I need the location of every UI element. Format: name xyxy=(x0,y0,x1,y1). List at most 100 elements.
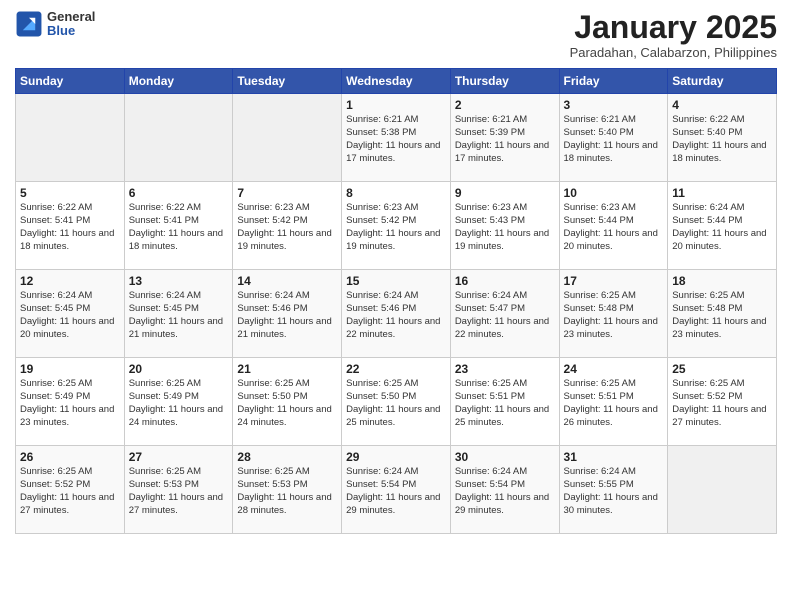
weekday-header: Sunday xyxy=(16,69,125,94)
day-info: Sunrise: 6:25 AMSunset: 5:49 PMDaylight:… xyxy=(129,378,229,429)
calendar-cell: 4 Sunrise: 6:22 AMSunset: 5:40 PMDaylight… xyxy=(668,94,777,182)
day-info: Sunrise: 6:23 AMSunset: 5:42 PMDaylight:… xyxy=(237,202,337,253)
day-info: Sunrise: 6:22 AMSunset: 5:40 PMDaylight:… xyxy=(672,114,772,165)
day-info: Sunrise: 6:22 AMSunset: 5:41 PMDaylight:… xyxy=(20,202,120,253)
day-number: 22 xyxy=(346,362,446,376)
calendar-body: 1 Sunrise: 6:21 AMSunset: 5:38 PMDaylight… xyxy=(16,94,777,534)
day-info: Sunrise: 6:21 AMSunset: 5:39 PMDaylight:… xyxy=(455,114,555,165)
day-info: Sunrise: 6:25 AMSunset: 5:53 PMDaylight:… xyxy=(129,466,229,517)
day-info: Sunrise: 6:23 AMSunset: 5:44 PMDaylight:… xyxy=(564,202,664,253)
day-info: Sunrise: 6:24 AMSunset: 5:46 PMDaylight:… xyxy=(346,290,446,341)
day-info: Sunrise: 6:25 AMSunset: 5:51 PMDaylight:… xyxy=(455,378,555,429)
day-info: Sunrise: 6:25 AMSunset: 5:48 PMDaylight:… xyxy=(672,290,772,341)
day-info: Sunrise: 6:23 AMSunset: 5:43 PMDaylight:… xyxy=(455,202,555,253)
weekday-header: Thursday xyxy=(450,69,559,94)
day-number: 23 xyxy=(455,362,555,376)
calendar-cell: 19 Sunrise: 6:25 AMSunset: 5:49 PMDayligh… xyxy=(16,358,125,446)
day-number: 21 xyxy=(237,362,337,376)
day-number: 4 xyxy=(672,98,772,112)
day-number: 20 xyxy=(129,362,229,376)
logo: General Blue xyxy=(15,10,95,39)
calendar-week-row: 19 Sunrise: 6:25 AMSunset: 5:49 PMDayligh… xyxy=(16,358,777,446)
calendar-cell: 29 Sunrise: 6:24 AMSunset: 5:54 PMDayligh… xyxy=(342,446,451,534)
calendar-cell: 13Sunrise: 6:24 AMSunset: 5:45 PMDayligh… xyxy=(124,270,233,358)
calendar-cell: 7 Sunrise: 6:23 AMSunset: 5:42 PMDaylight… xyxy=(233,182,342,270)
day-info: Sunrise: 6:24 AMSunset: 5:45 PMDaylight:… xyxy=(129,290,229,341)
calendar-week-row: 5 Sunrise: 6:22 AMSunset: 5:41 PMDaylight… xyxy=(16,182,777,270)
day-info: Sunrise: 6:24 AMSunset: 5:47 PMDaylight:… xyxy=(455,290,555,341)
calendar-cell: 2 Sunrise: 6:21 AMSunset: 5:39 PMDaylight… xyxy=(450,94,559,182)
day-number: 18 xyxy=(672,274,772,288)
calendar-cell: 8Sunrise: 6:23 AMSunset: 5:42 PMDaylight… xyxy=(342,182,451,270)
day-number: 26 xyxy=(20,450,120,464)
day-number: 5 xyxy=(20,186,120,200)
calendar-cell: 15 Sunrise: 6:24 AMSunset: 5:46 PMDayligh… xyxy=(342,270,451,358)
calendar-cell: 17 Sunrise: 6:25 AMSunset: 5:48 PMDayligh… xyxy=(559,270,668,358)
calendar-cell: 28 Sunrise: 6:25 AMSunset: 5:53 PMDayligh… xyxy=(233,446,342,534)
day-number: 15 xyxy=(346,274,446,288)
title-block: January 2025 Paradahan, Calabarzon, Phil… xyxy=(570,10,777,60)
weekday-header: Monday xyxy=(124,69,233,94)
calendar-cell: 20 Sunrise: 6:25 AMSunset: 5:49 PMDayligh… xyxy=(124,358,233,446)
day-number: 25 xyxy=(672,362,772,376)
day-info: Sunrise: 6:22 AMSunset: 5:41 PMDaylight:… xyxy=(129,202,229,253)
day-number: 2 xyxy=(455,98,555,112)
day-number: 14 xyxy=(237,274,337,288)
day-info: Sunrise: 6:25 AMSunset: 5:52 PMDaylight:… xyxy=(672,378,772,429)
calendar-cell: 10 Sunrise: 6:23 AMSunset: 5:44 PMDayligh… xyxy=(559,182,668,270)
calendar-cell: 25 Sunrise: 6:25 AMSunset: 5:52 PMDayligh… xyxy=(668,358,777,446)
day-number: 31 xyxy=(564,450,664,464)
calendar-cell: 23 Sunrise: 6:25 AMSunset: 5:51 PMDayligh… xyxy=(450,358,559,446)
calendar-cell: 22Sunrise: 6:25 AMSunset: 5:50 PMDayligh… xyxy=(342,358,451,446)
calendar-cell xyxy=(668,446,777,534)
day-info: Sunrise: 6:24 AMSunset: 5:55 PMDaylight:… xyxy=(564,466,664,517)
calendar-cell: 26 Sunrise: 6:25 AMSunset: 5:52 PMDayligh… xyxy=(16,446,125,534)
day-number: 19 xyxy=(20,362,120,376)
calendar-cell: 14Sunrise: 6:24 AMSunset: 5:46 PMDayligh… xyxy=(233,270,342,358)
day-info: Sunrise: 6:24 AMSunset: 5:54 PMDaylight:… xyxy=(346,466,446,517)
weekday-header: Friday xyxy=(559,69,668,94)
day-number: 3 xyxy=(564,98,664,112)
calendar-cell: 18 Sunrise: 6:25 AMSunset: 5:48 PMDayligh… xyxy=(668,270,777,358)
weekday-header: Wednesday xyxy=(342,69,451,94)
calendar-header: SundayMondayTuesdayWednesdayThursdayFrid… xyxy=(16,69,777,94)
day-number: 28 xyxy=(237,450,337,464)
day-info: Sunrise: 6:25 AMSunset: 5:48 PMDaylight:… xyxy=(564,290,664,341)
day-info: Sunrise: 6:24 AMSunset: 5:54 PMDaylight:… xyxy=(455,466,555,517)
day-info: Sunrise: 6:23 AMSunset: 5:42 PMDaylight:… xyxy=(346,202,446,253)
day-info: Sunrise: 6:25 AMSunset: 5:53 PMDaylight:… xyxy=(237,466,337,517)
day-number: 12 xyxy=(20,274,120,288)
calendar-cell: 31 Sunrise: 6:24 AMSunset: 5:55 PMDayligh… xyxy=(559,446,668,534)
logo-general: General xyxy=(47,10,95,24)
day-number: 29 xyxy=(346,450,446,464)
calendar-cell: 1 Sunrise: 6:21 AMSunset: 5:38 PMDaylight… xyxy=(342,94,451,182)
calendar-cell: 6 Sunrise: 6:22 AMSunset: 5:41 PMDaylight… xyxy=(124,182,233,270)
calendar-cell xyxy=(233,94,342,182)
weekday-row: SundayMondayTuesdayWednesdayThursdayFrid… xyxy=(16,69,777,94)
calendar-cell: 30 Sunrise: 6:24 AMSunset: 5:54 PMDayligh… xyxy=(450,446,559,534)
calendar-cell xyxy=(16,94,125,182)
day-number: 30 xyxy=(455,450,555,464)
month-title: January 2025 xyxy=(570,10,777,45)
logo-blue: Blue xyxy=(47,24,95,38)
calendar-cell: 11Sunrise: 6:24 AMSunset: 5:44 PMDayligh… xyxy=(668,182,777,270)
logo-text: General Blue xyxy=(47,10,95,39)
day-info: Sunrise: 6:25 AMSunset: 5:52 PMDaylight:… xyxy=(20,466,120,517)
weekday-header: Saturday xyxy=(668,69,777,94)
day-info: Sunrise: 6:25 AMSunset: 5:49 PMDaylight:… xyxy=(20,378,120,429)
logo-icon xyxy=(15,10,43,38)
day-number: 10 xyxy=(564,186,664,200)
day-number: 17 xyxy=(564,274,664,288)
day-number: 7 xyxy=(237,186,337,200)
day-info: Sunrise: 6:24 AMSunset: 5:45 PMDaylight:… xyxy=(20,290,120,341)
calendar-week-row: 1 Sunrise: 6:21 AMSunset: 5:38 PMDaylight… xyxy=(16,94,777,182)
page-header: General Blue January 2025 Paradahan, Cal… xyxy=(15,10,777,60)
day-number: 6 xyxy=(129,186,229,200)
calendar-cell: 3 Sunrise: 6:21 AMSunset: 5:40 PMDaylight… xyxy=(559,94,668,182)
day-number: 16 xyxy=(455,274,555,288)
day-info: Sunrise: 6:24 AMSunset: 5:44 PMDaylight:… xyxy=(672,202,772,253)
day-info: Sunrise: 6:21 AMSunset: 5:38 PMDaylight:… xyxy=(346,114,446,165)
day-number: 1 xyxy=(346,98,446,112)
day-info: Sunrise: 6:21 AMSunset: 5:40 PMDaylight:… xyxy=(564,114,664,165)
day-info: Sunrise: 6:25 AMSunset: 5:50 PMDaylight:… xyxy=(237,378,337,429)
